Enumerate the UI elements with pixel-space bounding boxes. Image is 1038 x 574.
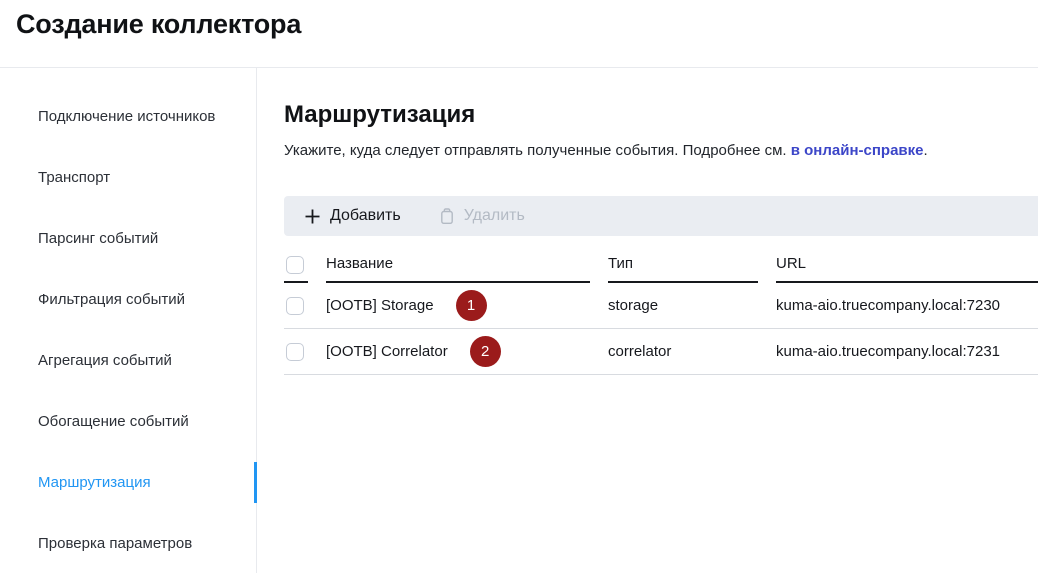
row-checkbox[interactable] [286, 343, 304, 361]
sidebar-item-label: Обогащение событий [38, 413, 189, 430]
column-header-name: Название [326, 255, 590, 283]
sidebar-item-transport[interactable]: Транспорт [0, 147, 256, 208]
destination-url: kuma-aio.truecompany.local:7230 [776, 297, 1038, 314]
sidebar-item-label: Парсинг событий [38, 230, 158, 247]
sidebar-item-event-parsing[interactable]: Парсинг событий [0, 208, 256, 269]
destination-url: kuma-aio.truecompany.local:7231 [776, 343, 1038, 360]
page-header: Создание коллектора [0, 0, 1038, 68]
delete-button[interactable]: Удалить [439, 207, 525, 225]
sidebar-item-event-aggregation[interactable]: Агрегация событий [0, 330, 256, 391]
sidebar-item-label: Подключение источников [38, 108, 215, 125]
column-header-type: Тип [608, 255, 758, 283]
callout-badge: 1 [456, 290, 487, 321]
row-checkbox[interactable] [286, 297, 304, 315]
row-checkbox-cell [284, 297, 308, 315]
table-toolbar: Добавить Удалить [284, 196, 1038, 236]
add-button-label: Добавить [330, 207, 401, 225]
plus-icon [304, 208, 321, 225]
destination-name: [OOTB] Correlator [326, 343, 448, 360]
destination-name-cell: [OOTB] Correlator 2 [326, 336, 590, 367]
sidebar-item-label: Транспорт [38, 169, 110, 186]
table-row[interactable]: [OOTB] Storage 1 storage kuma-aio.trueco… [284, 283, 1038, 329]
table-row[interactable]: [OOTB] Correlator 2 correlator kuma-aio.… [284, 329, 1038, 375]
sidebar-item-event-filtering[interactable]: Фильтрация событий [0, 269, 256, 330]
online-help-link[interactable]: в онлайн-справке [791, 142, 924, 159]
destination-name: [OOTB] Storage [326, 297, 434, 314]
section-description: Укажите, куда следует отправлять получен… [284, 142, 1038, 160]
description-text: Укажите, куда следует отправлять получен… [284, 142, 791, 159]
sidebar-item-label: Проверка параметров [38, 535, 192, 552]
trash-icon [439, 207, 455, 225]
add-button[interactable]: Добавить [304, 207, 401, 225]
description-period: . [924, 142, 928, 159]
sidebar-item-parameter-check[interactable]: Проверка параметров [0, 513, 256, 574]
table-header-row: Название Тип URL [284, 255, 1038, 283]
page-title: Создание коллектора [16, 9, 1022, 40]
select-all-checkbox[interactable] [286, 256, 304, 274]
column-header-url: URL [776, 255, 1038, 283]
sidebar-item-label: Фильтрация событий [38, 291, 185, 308]
destination-name-cell: [OOTB] Storage 1 [326, 290, 590, 321]
content: Подключение источников Транспорт Парсинг… [0, 68, 1038, 573]
callout-badge: 2 [470, 336, 501, 367]
sidebar-item-label: Агрегация событий [38, 352, 172, 369]
main-panel: Маршрутизация Укажите, куда следует отпр… [257, 68, 1038, 573]
sidebar-item-source-connection[interactable]: Подключение источников [0, 86, 256, 147]
sidebar-item-routing[interactable]: Маршрутизация [0, 452, 256, 513]
sidebar-item-label: Маршрутизация [38, 474, 151, 491]
destination-type: storage [608, 297, 758, 314]
wizard-step-sidebar: Подключение источников Транспорт Парсинг… [0, 68, 257, 573]
header-checkbox-cell [284, 256, 308, 283]
section-title: Маршрутизация [284, 101, 1038, 129]
sidebar-item-event-enrichment[interactable]: Обогащение событий [0, 391, 256, 452]
delete-button-label: Удалить [464, 207, 525, 225]
row-checkbox-cell [284, 343, 308, 361]
destination-type: correlator [608, 343, 758, 360]
